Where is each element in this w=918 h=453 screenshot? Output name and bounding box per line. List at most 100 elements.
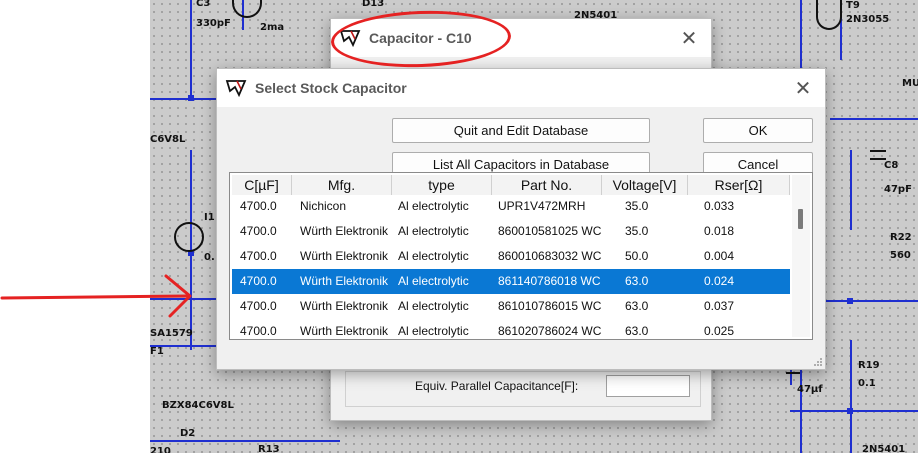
schematic-label: 0. [204,252,215,263]
schematic-label: R13 [258,444,280,453]
column-header-capacitance[interactable]: C[µF] [232,175,292,195]
schematic-label: BZX84C6V8L [162,400,234,411]
table-row[interactable]: 4700.0 Würth Elektronik Al electrolytic 861… [232,319,790,339]
wire-junction [847,298,853,304]
schematic-label: MU [902,78,918,89]
schematic-label: I1 [204,212,215,223]
wire [830,118,918,120]
wire-junction [847,408,853,414]
schematic-label: R19 [858,360,880,371]
column-header-type[interactable]: type [392,175,492,195]
cell-manufacturer: Würth Elektronik [300,274,389,288]
schematic-label: 2ma [260,22,285,33]
stock-dialog-titlebar[interactable]: Select Stock Capacitor ✕ [217,69,825,107]
scrollbar-thumb[interactable] [798,209,803,229]
table-scrollbar[interactable] [792,175,810,337]
cell-rser: 0.037 [704,299,735,313]
close-icon[interactable]: ✕ [679,28,699,48]
quit-and-edit-database-button[interactable]: Quit and Edit Database [392,118,650,143]
cell-capacitance: 4700.0 [240,199,277,213]
cell-part-number: 861020786024 WC [498,324,602,338]
table-row[interactable]: 4700.0 Würth Elektronik Al electrolytic 860… [232,244,790,269]
close-icon[interactable]: ✕ [793,78,813,98]
resize-grip-icon[interactable] [813,357,823,367]
cell-type: Al electrolytic [398,249,469,263]
equiv-capacitance-input[interactable] [606,375,690,397]
schematic-label: D13 [362,0,385,9]
ltspice-logo-icon [225,80,247,97]
schematic-label: 210 [150,446,171,453]
table-row[interactable]: 4700.0 Würth Elektronik Al electrolytic 861… [232,269,790,294]
cell-capacitance: 4700.0 [240,224,277,238]
cell-voltage: 35.0 [625,224,649,238]
column-header-rser[interactable]: Rser[Ω] [688,175,790,195]
wire [810,300,918,302]
cell-voltage: 63.0 [625,324,649,338]
column-header-voltage[interactable]: Voltage[V] [602,175,688,195]
red-arrow-annotation [0,274,192,318]
schematic-label: 47µf [797,384,823,395]
capacitor-symbol [870,150,886,152]
current-source-symbol [174,222,204,252]
wire [190,0,192,100]
cell-voltage: 63.0 [625,274,649,288]
transistor-symbol [816,0,842,30]
cell-type: Al electrolytic [398,274,469,288]
schematic-label: 0.1 [858,378,876,389]
wire [150,440,340,442]
cell-rser: 0.004 [704,249,735,263]
schematic-label: 560 [890,250,911,261]
schematic-label: SA1579 [150,328,193,339]
schematic-label: 2N3055 [846,14,890,25]
schematic-label: D2 [180,428,196,439]
cell-part-number: 861140786018 WC [498,274,601,288]
column-header-part-number[interactable]: Part No. [492,175,602,195]
capacitor-symbol [786,372,800,374]
cell-manufacturer: Würth Elektronik [300,299,389,313]
schematic-label: 47pF [884,184,912,195]
cell-type: Al electrolytic [398,199,469,213]
cell-part-number: 861010786015 WC [498,299,602,313]
cell-manufacturer: Nichicon [300,199,347,213]
schematic-label: T9 [846,0,860,11]
capacitor-table[interactable]: C[µF] Mfg. type Part No. Voltage[V] Rser… [229,172,813,340]
cell-rser: 0.025 [704,324,735,338]
cell-capacitance: 4700.0 [240,299,277,313]
schematic-label: C6V8L [150,134,186,145]
cell-type: Al electrolytic [398,224,469,238]
cell-capacitance: 4700.0 [240,274,277,288]
cell-manufacturer: Würth Elektronik [300,324,389,338]
cell-part-number: 860010581025 WC [498,224,602,238]
cell-type: Al electrolytic [398,299,469,313]
cell-capacitance: 4700.0 [240,324,277,338]
current-source-symbol [232,0,262,18]
schematic-label: F1 [150,346,164,357]
wire-junction [188,95,194,101]
table-row[interactable]: 4700.0 Nichicon Al electrolytic UPR1V472MRH… [232,194,790,219]
schematic-label: C8 [884,160,899,171]
cell-type: Al electrolytic [398,324,469,338]
equiv-capacitance-label: Equiv. Parallel Capacitance[F]: [415,379,579,393]
cell-part-number: UPR1V472MRH [498,199,586,213]
table-row[interactable]: 4700.0 Würth Elektronik Al electrolytic 860… [232,219,790,244]
schematic-label: 2N5401 [862,444,906,453]
ok-button[interactable]: OK [703,118,813,143]
wire [850,340,852,453]
cell-manufacturer: Würth Elektronik [300,249,389,263]
wire [790,410,918,412]
cell-voltage: 35.0 [625,199,649,213]
select-stock-capacitor-dialog: Select Stock Capacitor ✕ Quit and Edit D… [216,68,826,370]
cell-part-number: 860010683032 WC [498,249,602,263]
column-header-manufacturer[interactable]: Mfg. [292,175,392,195]
wire [850,150,852,230]
schematic-label: C3 [196,0,211,9]
cell-capacitance: 4700.0 [240,249,277,263]
cell-rser: 0.033 [704,199,735,213]
cell-manufacturer: Würth Elektronik [300,224,389,238]
cell-rser: 0.024 [704,274,735,288]
schematic-label: R22 [890,232,912,243]
stock-dialog-title: Select Stock Capacitor [255,80,407,96]
cell-voltage: 50.0 [625,249,649,263]
table-row[interactable]: 4700.0 Würth Elektronik Al electrolytic 861… [232,294,790,319]
schematic-label: 330pF [196,18,231,29]
